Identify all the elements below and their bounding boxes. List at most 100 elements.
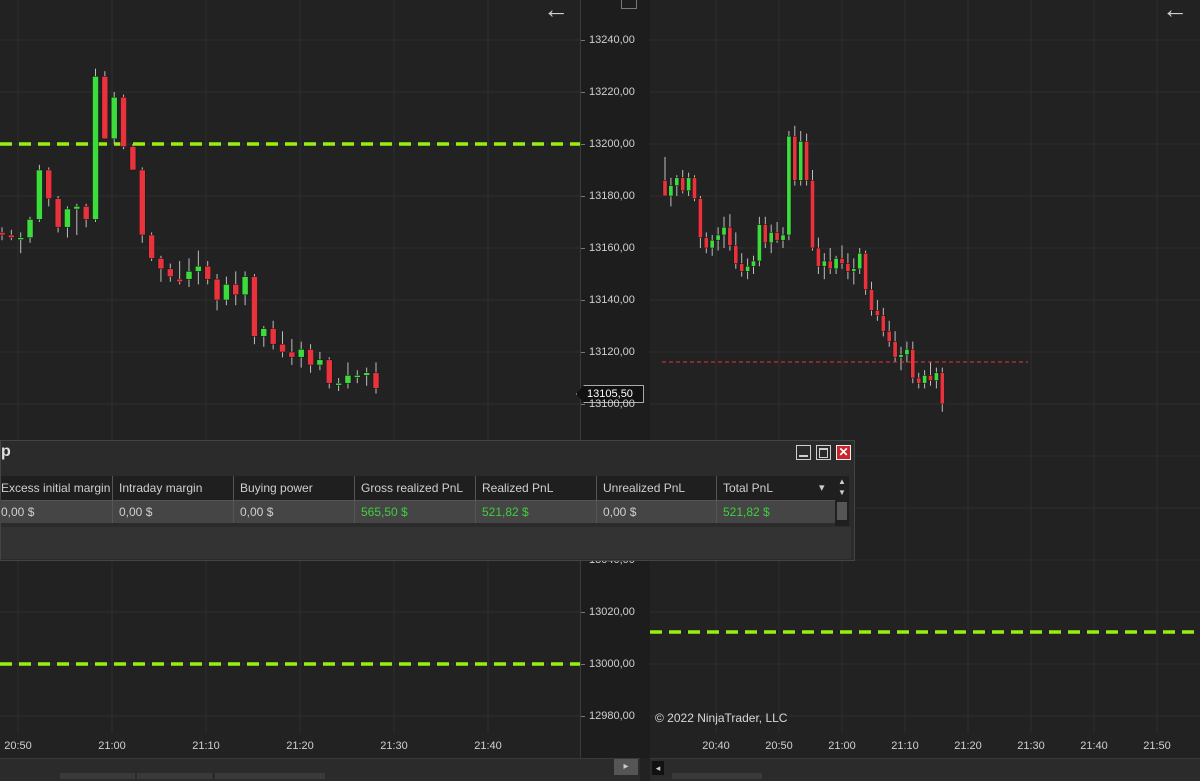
candle-body xyxy=(745,265,750,272)
time-axis-label: 21:40 xyxy=(474,740,502,752)
vertical-scrollbar[interactable]: ▲ ▼ xyxy=(835,476,849,526)
scrollbar-thumb[interactable] xyxy=(837,502,847,520)
table-cell: 521,82 $ xyxy=(476,501,597,523)
column-header[interactable]: Excess initial margin xyxy=(1,476,113,500)
candle-body xyxy=(715,234,721,241)
scroll-right-icon[interactable]: ▸ xyxy=(614,759,638,775)
candle-body xyxy=(727,226,733,246)
candle-body xyxy=(910,349,916,379)
time-axis-label: 21:30 xyxy=(1017,740,1045,752)
candle-body xyxy=(851,268,857,272)
chevron-down-icon[interactable]: ▾ xyxy=(819,476,825,500)
price-axis-label: 13120,00 xyxy=(589,346,635,358)
candle-body xyxy=(92,76,99,220)
left-horizontal-scrollbar[interactable]: ▸ xyxy=(0,758,640,781)
time-axis-label: 21:40 xyxy=(1080,740,1108,752)
axis-tick xyxy=(581,300,585,301)
scrollbar-thumb[interactable] xyxy=(215,773,325,779)
candle-body xyxy=(335,382,342,386)
left-chart-panel[interactable]: ← xyxy=(0,0,580,758)
candle-body xyxy=(857,252,863,270)
axis-tick xyxy=(581,404,585,405)
price-axis-label: 13000,00 xyxy=(589,658,635,670)
axis-handle[interactable] xyxy=(621,0,637,9)
time-axis-label: 21:30 xyxy=(380,740,408,752)
candle-body xyxy=(120,96,127,147)
candle-body xyxy=(680,177,686,192)
close-icon[interactable]: ✕ xyxy=(836,445,851,460)
price-axis-label: 13200,00 xyxy=(589,138,635,150)
scrollbar-thumb[interactable] xyxy=(137,773,212,779)
price-axis[interactable]: 13105,50 13240,00 13220,00 13200,00 13180,0… xyxy=(576,0,652,758)
candle-body xyxy=(195,265,202,272)
axis-tick xyxy=(581,612,585,613)
right-arrow-icon[interactable]: ← xyxy=(1162,0,1188,25)
right-horizontal-scrollbar[interactable]: ◂ xyxy=(650,758,1200,781)
candle-body xyxy=(363,372,370,376)
time-axis-label: 20:50 xyxy=(765,740,793,752)
time-axis-label: 20:50 xyxy=(4,740,32,752)
left-arrow-icon[interactable]: ← xyxy=(543,0,569,25)
candle-body xyxy=(260,328,268,337)
candle-body xyxy=(354,375,361,378)
time-axis-label: 21:20 xyxy=(954,740,982,752)
table-cell: 521,82 $ xyxy=(717,501,837,523)
candle-body xyxy=(804,141,809,181)
price-axis-label: 13160,00 xyxy=(589,242,635,254)
candle-body xyxy=(703,237,709,249)
time-axis-label: 21:10 xyxy=(192,740,220,752)
time-axis-label: 21:50 xyxy=(1143,740,1171,752)
candle-body xyxy=(827,260,833,270)
axis-tick xyxy=(581,664,585,665)
left-time-axis[interactable]: 20:50 21:00 21:10 21:20 21:30 21:40 xyxy=(0,733,580,758)
price-axis-label: 13020,00 xyxy=(589,606,635,618)
grid-empty-area xyxy=(1,527,851,559)
axis-tick xyxy=(581,92,585,93)
candle-body xyxy=(792,135,798,181)
candle-body xyxy=(798,141,804,181)
candle-body xyxy=(17,237,24,240)
candle-body xyxy=(662,180,668,197)
candle-body xyxy=(26,219,34,238)
candle-body xyxy=(751,260,756,267)
scroll-left-icon[interactable]: ◂ xyxy=(652,761,664,775)
right-price-chart[interactable] xyxy=(650,0,1200,733)
right-time-axis[interactable]: 20:40 20:50 21:00 21:10 21:20 21:30 21:40 21:50 xyxy=(650,733,1200,758)
maximize-icon[interactable] xyxy=(816,445,831,460)
candle-body xyxy=(344,375,352,384)
candle-body xyxy=(686,177,691,192)
left-price-chart[interactable] xyxy=(0,0,580,733)
right-chart-panel[interactable]: ← xyxy=(650,0,1200,758)
column-header[interactable]: Realized PnL xyxy=(476,476,597,500)
scroll-up-icon[interactable]: ▲ xyxy=(835,476,849,487)
time-axis-label: 21:00 xyxy=(98,740,126,752)
candle-body xyxy=(880,315,886,332)
candle-body xyxy=(886,330,892,342)
column-header[interactable]: Buying power xyxy=(234,476,355,500)
candle-body xyxy=(36,169,43,220)
candle-body xyxy=(251,276,258,337)
scroll-down-icon[interactable]: ▼ xyxy=(835,487,849,498)
column-header[interactable]: Gross realized PnL xyxy=(355,476,476,500)
price-axis-label: 13220,00 xyxy=(589,86,635,98)
table-row[interactable]: 0,00 $0,00 $0,00 $565,50 $521,82 $0,00 $… xyxy=(1,501,837,523)
candle-body xyxy=(845,263,851,272)
candle-body xyxy=(372,372,380,389)
minimize-icon[interactable] xyxy=(796,445,811,460)
axis-tick xyxy=(581,144,585,145)
candle-body xyxy=(709,239,715,249)
candle-body xyxy=(762,224,768,244)
candle-body xyxy=(213,278,221,301)
candle-body xyxy=(167,268,174,277)
candle-body xyxy=(698,198,703,238)
candle-body xyxy=(326,359,333,384)
scrollbar-thumb[interactable] xyxy=(672,773,762,779)
column-header[interactable]: Intraday margin xyxy=(113,476,234,500)
candle-body xyxy=(73,206,81,210)
accounts-window[interactable]: p ✕ Excess initial margin Intraday margin… xyxy=(0,440,855,561)
scrollbar-thumb[interactable] xyxy=(60,773,135,779)
candle-body xyxy=(922,375,927,384)
axis-tick xyxy=(581,352,585,353)
column-header[interactable]: Unrealized PnL xyxy=(597,476,717,500)
candle-body xyxy=(721,226,727,236)
